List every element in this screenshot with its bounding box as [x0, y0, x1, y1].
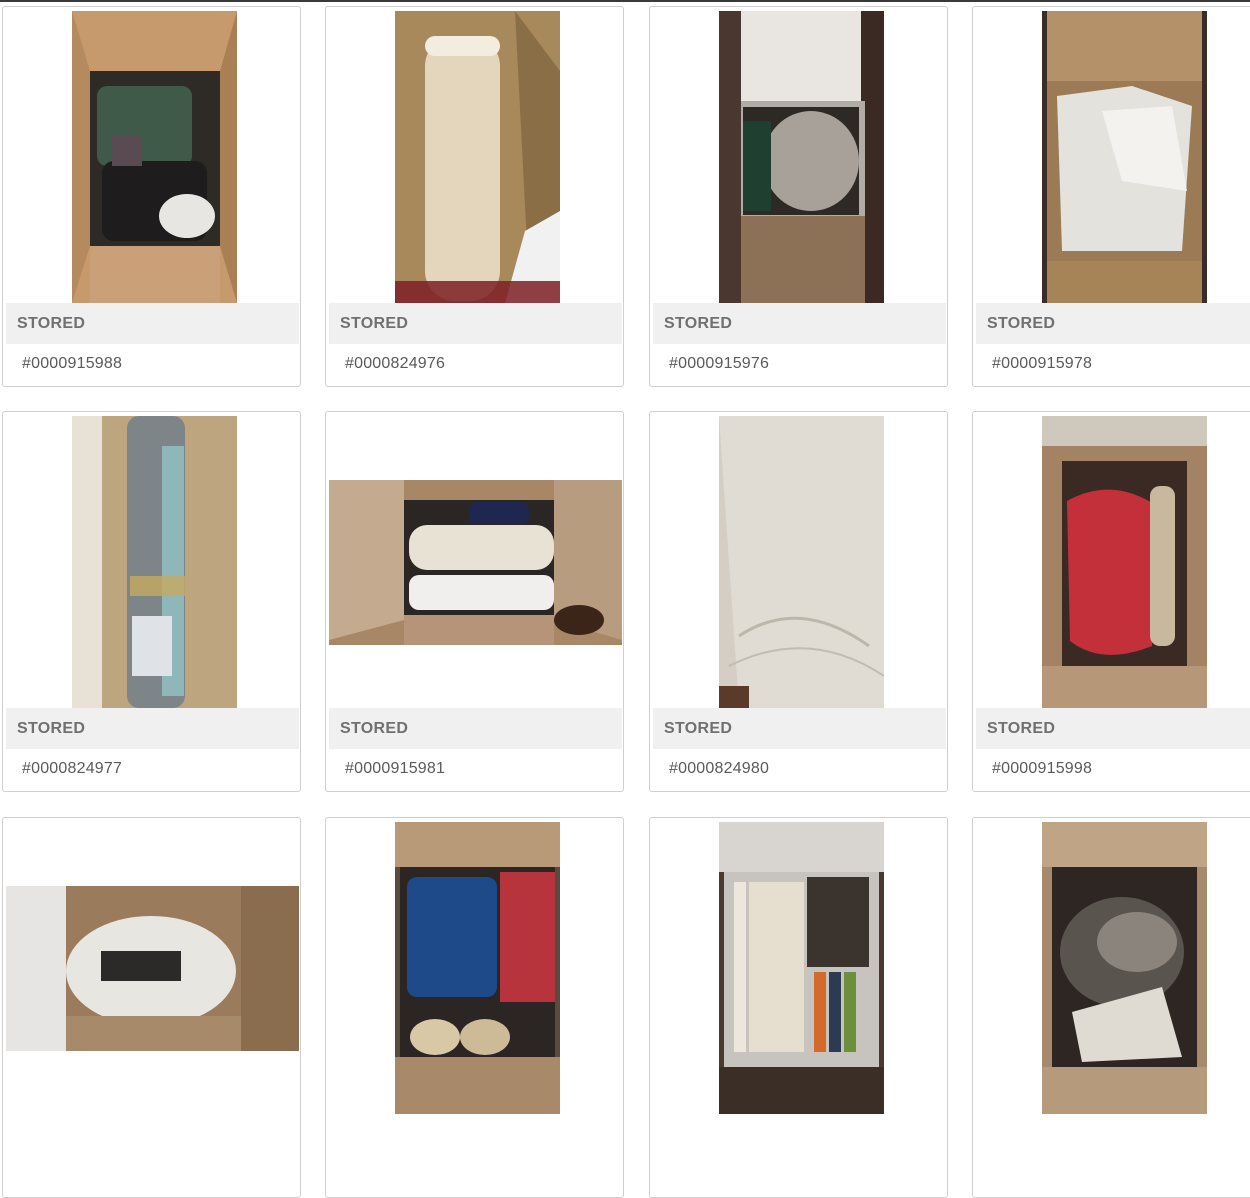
item-photo-area	[6, 10, 299, 303]
item-id: #0000915981	[345, 760, 446, 777]
item-id: #0000915988	[22, 355, 123, 372]
box-fur-photo	[1042, 822, 1207, 1114]
box-packing-paper-photo	[6, 886, 299, 1051]
item-photo-area	[976, 10, 1250, 303]
box-blanket-photo	[719, 11, 884, 303]
item-card[interactable]: STORED #0000915988	[2, 6, 301, 387]
item-card[interactable]: STORED #0000824977	[2, 411, 301, 792]
item-id: #0000915978	[992, 355, 1093, 372]
rolled-mat-photo	[72, 416, 237, 708]
item-grid: STORED #0000915988 STORED #0000824976 ST…	[0, 0, 1250, 1198]
item-id: #0000824976	[345, 355, 446, 372]
item-photo-area	[329, 415, 622, 708]
status-badge: STORED	[6, 303, 299, 344]
item-photo-area	[6, 415, 299, 708]
item-card[interactable]	[325, 817, 624, 1198]
item-card[interactable]	[649, 817, 948, 1198]
status-badge: STORED	[329, 303, 622, 344]
item-id: #0000824977	[22, 760, 123, 777]
item-card[interactable]: STORED #0000915981	[325, 411, 624, 792]
rolled-rug-photo	[395, 11, 560, 303]
item-photo-area	[976, 821, 1250, 1114]
item-card[interactable]: STORED #0000915978	[972, 6, 1250, 387]
item-photo-area	[653, 821, 946, 1114]
item-id: #0000915998	[992, 760, 1093, 777]
item-photo-area	[653, 415, 946, 708]
item-photo-area	[976, 415, 1250, 708]
item-id: #0000824980	[669, 760, 770, 777]
item-photo-area	[329, 821, 622, 1114]
item-card[interactable]	[972, 817, 1250, 1198]
item-card[interactable]: STORED #0000915998	[972, 411, 1250, 792]
box-blue-bags-photo	[395, 822, 560, 1114]
bin-books-photo	[719, 822, 884, 1114]
status-badge: STORED	[976, 303, 1250, 344]
mattress-photo	[719, 416, 884, 708]
status-badge: STORED	[329, 708, 622, 749]
item-card[interactable]: STORED #0000824980	[649, 411, 948, 792]
box-paper-photo	[1042, 11, 1207, 303]
status-badge: STORED	[653, 303, 946, 344]
item-id: #0000915976	[669, 355, 770, 372]
status-badge: STORED	[6, 708, 299, 749]
item-card[interactable]: STORED #0000824976	[325, 6, 624, 387]
item-photo-area	[329, 10, 622, 303]
box-red-fabric-photo	[1042, 416, 1207, 708]
status-badge: STORED	[653, 708, 946, 749]
box-towels-photo	[329, 480, 622, 645]
status-badge: STORED	[976, 708, 1250, 749]
item-card[interactable]: STORED #0000915976	[649, 6, 948, 387]
item-photo-area	[653, 10, 946, 303]
box-clothing-photo	[72, 11, 237, 303]
item-photo-area	[6, 821, 299, 1114]
item-card[interactable]	[2, 817, 301, 1198]
